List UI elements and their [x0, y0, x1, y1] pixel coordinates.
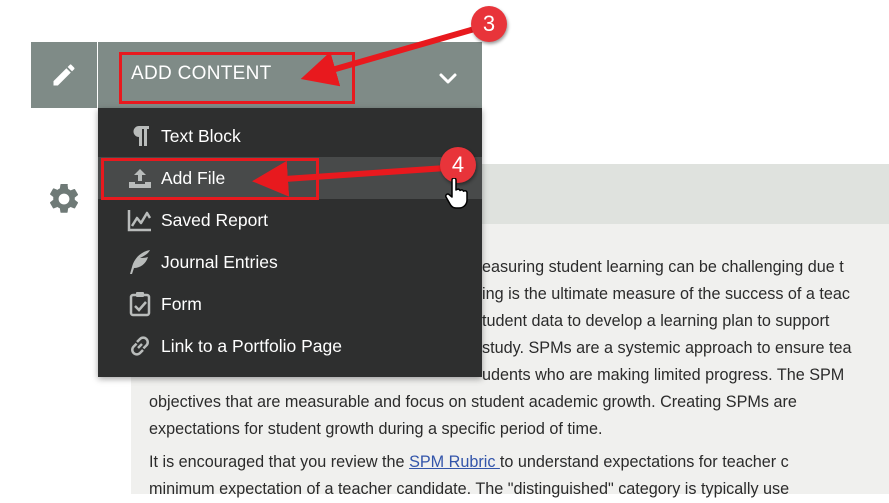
hand-cursor-icon	[445, 178, 468, 209]
annotation-arrows	[252, 25, 479, 197]
arrow-step-3	[300, 25, 479, 87]
step-badge-3: 3	[471, 6, 507, 42]
arrow-step-4	[252, 160, 447, 197]
